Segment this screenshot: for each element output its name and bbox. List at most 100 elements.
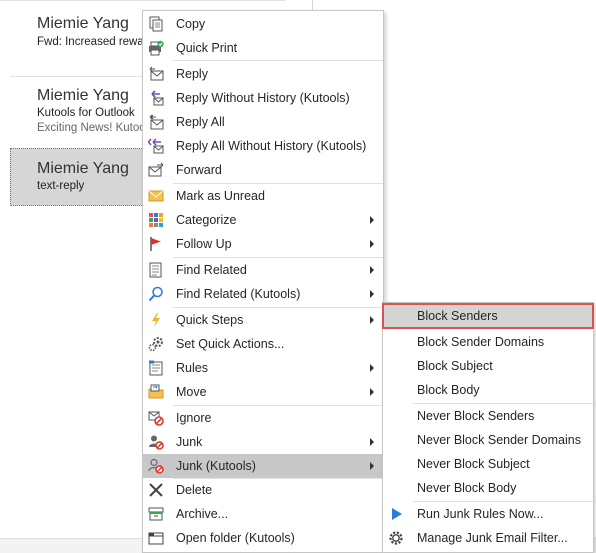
menu-item-label: Follow Up <box>176 237 232 251</box>
junk-icon <box>148 434 164 450</box>
menu-item-junk[interactable]: Junk <box>143 430 383 454</box>
categorize-icon <box>148 212 164 228</box>
menu-item-mark-as-unread[interactable]: Mark as Unread <box>143 184 383 208</box>
gear-icon <box>388 530 404 546</box>
menu-item-label: Manage Junk Email Filter... <box>417 531 568 545</box>
menu-item-ignore[interactable]: Ignore <box>143 406 383 430</box>
menu-item-rules[interactable]: Rules <box>143 356 383 380</box>
menu-item-label: Never Block Subject <box>417 457 530 471</box>
submenu-item-block-body[interactable]: Block Body <box>383 378 593 402</box>
menu-separator <box>173 60 383 61</box>
menu-item-reply[interactable]: Reply <box>143 62 383 86</box>
message-sender: Miemie Yang <box>37 15 129 32</box>
archive-icon <box>148 506 164 522</box>
menu-item-label: Copy <box>176 17 206 31</box>
submenu-arrow-icon <box>370 388 374 396</box>
submenu-arrow-icon <box>370 290 374 298</box>
menu-item-label: Quick Print <box>176 41 238 55</box>
open-folder-icon <box>148 530 164 546</box>
junk-kutools-icon <box>148 458 164 474</box>
reply-all-icon <box>148 114 164 130</box>
menu-item-label: Quick Steps <box>176 313 244 327</box>
submenu-arrow-icon <box>370 462 374 470</box>
menu-item-reply-all-without-history[interactable]: Reply All Without History (Kutools) <box>143 134 383 158</box>
menu-item-label: Set Quick Actions... <box>176 337 285 351</box>
follow-up-flag-icon <box>148 236 164 252</box>
copy-icon <box>148 16 164 32</box>
menu-item-label: Ignore <box>176 411 212 425</box>
mark-unread-icon <box>148 188 164 204</box>
menu-item-label: Never Block Senders <box>417 409 535 423</box>
context-menu: Copy Quick Print Reply Reply Without His… <box>142 10 384 553</box>
menu-item-label: Move <box>176 385 207 399</box>
menu-item-label: Run Junk Rules Now... <box>417 507 544 521</box>
menu-item-label: Find Related (Kutools) <box>176 287 301 301</box>
menu-item-move[interactable]: Move <box>143 380 383 404</box>
junk-kutools-submenu: Block Senders Block Sender Domains Block… <box>382 302 594 553</box>
menu-item-label: Open folder (Kutools) <box>176 531 295 545</box>
move-folder-icon <box>148 384 164 400</box>
forward-icon <box>148 162 164 178</box>
delete-x-icon <box>148 482 164 498</box>
menu-item-label: Reply <box>176 67 208 81</box>
divider <box>0 0 285 1</box>
submenu-item-block-senders[interactable]: Block Senders <box>382 303 594 329</box>
menu-item-label: Junk (Kutools) <box>176 459 256 473</box>
submenu-arrow-icon <box>370 216 374 224</box>
menu-item-label: Block Subject <box>417 359 493 373</box>
find-related-icon <box>148 262 164 278</box>
submenu-item-never-block-senders[interactable]: Never Block Senders <box>383 404 593 428</box>
menu-item-label: Categorize <box>176 213 237 227</box>
submenu-item-block-subject[interactable]: Block Subject <box>383 354 593 378</box>
menu-item-label: Block Sender Domains <box>417 335 545 349</box>
message-sender: Miemie Yang <box>37 87 129 104</box>
menu-item-copy[interactable]: Copy <box>143 12 383 36</box>
menu-item-archive[interactable]: Archive... <box>143 502 383 526</box>
menu-item-label: Block Body <box>417 383 480 397</box>
menu-item-label: Find Related <box>176 263 247 277</box>
message-subject: Fwd: Increased rewa <box>37 36 144 48</box>
menu-item-label: Reply Without History (Kutools) <box>176 91 350 105</box>
menu-item-categorize[interactable]: Categorize <box>143 208 383 232</box>
menu-item-label: Mark as Unread <box>176 189 265 203</box>
menu-item-set-quick-actions[interactable]: Set Quick Actions... <box>143 332 383 356</box>
reply-without-history-icon <box>148 90 164 106</box>
submenu-item-run-junk-rules-now[interactable]: Run Junk Rules Now... <box>383 502 593 526</box>
menu-item-label: Reply All <box>176 115 225 129</box>
rules-icon <box>148 360 164 376</box>
menu-item-find-related-kutools[interactable]: Find Related (Kutools) <box>143 282 383 306</box>
quick-print-icon <box>148 40 164 56</box>
lightning-icon <box>148 312 164 328</box>
menu-item-reply-all[interactable]: Reply All <box>143 110 383 134</box>
submenu-arrow-icon <box>370 364 374 372</box>
submenu-item-never-block-body[interactable]: Never Block Body <box>383 476 593 500</box>
menu-item-find-related[interactable]: Find Related <box>143 258 383 282</box>
menu-item-reply-without-history[interactable]: Reply Without History (Kutools) <box>143 86 383 110</box>
menu-item-label: Archive... <box>176 507 229 521</box>
menu-item-open-folder-kutools[interactable]: Open folder (Kutools) <box>143 526 383 550</box>
search-icon <box>148 286 164 302</box>
message-sender: Miemie Yang <box>37 160 129 177</box>
submenu-item-never-block-sender-domains[interactable]: Never Block Sender Domains <box>383 428 593 452</box>
reply-all-without-history-icon <box>148 138 164 154</box>
menu-item-junk-kutools[interactable]: Junk (Kutools) <box>143 454 383 478</box>
menu-item-label: Junk <box>176 435 203 449</box>
message-subject: text-reply <box>37 180 85 192</box>
menu-item-quick-print[interactable]: Quick Print <box>143 36 383 60</box>
submenu-item-block-sender-domains[interactable]: Block Sender Domains <box>383 330 593 354</box>
submenu-arrow-icon <box>370 240 374 248</box>
submenu-arrow-icon <box>370 266 374 274</box>
quick-actions-icon <box>148 336 164 352</box>
menu-item-follow-up[interactable]: Follow Up <box>143 232 383 256</box>
menu-item-label: Never Block Body <box>417 481 517 495</box>
menu-item-delete[interactable]: Delete <box>143 478 383 502</box>
menu-item-quick-steps[interactable]: Quick Steps <box>143 308 383 332</box>
ignore-icon <box>148 410 164 426</box>
submenu-item-manage-junk-email-filter[interactable]: Manage Junk Email Filter... <box>383 526 593 550</box>
submenu-item-never-block-subject[interactable]: Never Block Subject <box>383 452 593 476</box>
menu-item-label: Block Senders <box>417 309 498 323</box>
pane-divider <box>312 0 313 10</box>
menu-item-forward[interactable]: Forward <box>143 158 383 182</box>
submenu-arrow-icon <box>370 438 374 446</box>
menu-item-label: Reply All Without History (Kutools) <box>176 139 367 153</box>
